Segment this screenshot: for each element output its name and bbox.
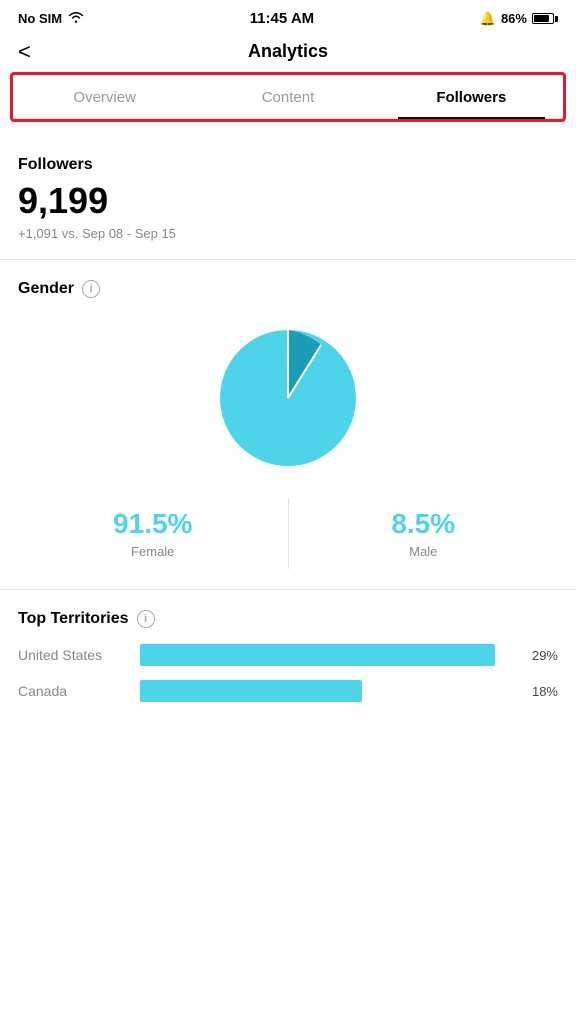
followers-delta: +1,091 vs. Sep 08 - Sep 15 — [18, 226, 558, 241]
status-time: 11:45 AM — [250, 10, 314, 27]
territory-pct-ca: 18% — [522, 684, 558, 699]
territory-name-us: United States — [18, 647, 128, 663]
territory-name-ca: Canada — [18, 683, 128, 699]
female-pct: 91.5% — [18, 508, 288, 540]
male-pct: 8.5% — [289, 508, 559, 540]
territories-title: Top Territories — [18, 610, 129, 628]
status-bar: No SIM 11:45 AM 🔔 86% — [0, 0, 576, 33]
pie-svg — [208, 318, 368, 478]
territory-rows: United States 29% Canada 18% — [18, 644, 558, 702]
territory-row-ca: Canada 18% — [18, 680, 558, 702]
carrier-label: No SIM — [18, 11, 62, 26]
app-header: < Analytics — [0, 33, 576, 72]
page-title: Analytics — [248, 41, 328, 62]
battery-pct: 86% — [501, 11, 527, 26]
tab-followers[interactable]: Followers — [380, 75, 563, 118]
male-label: Male — [289, 544, 559, 559]
gender-pie-chart — [18, 318, 558, 478]
gender-section: Gender i 91.5% Fema — [18, 280, 558, 569]
territory-bar-container-us — [140, 644, 510, 666]
gender-header: Gender i — [18, 280, 558, 298]
divider-2 — [0, 589, 576, 590]
male-stat: 8.5% Male — [289, 498, 559, 569]
territory-pct-us: 29% — [522, 648, 558, 663]
territory-bar-us — [140, 644, 495, 666]
tab-bar: Overview Content Followers — [13, 75, 563, 119]
alarm-icon: 🔔 — [480, 11, 496, 27]
territories-info-icon[interactable]: i — [137, 610, 155, 628]
tab-content[interactable]: Content — [196, 75, 379, 118]
territory-row-us: United States 29% — [18, 644, 558, 666]
status-left: No SIM — [18, 11, 84, 26]
territories-header: Top Territories i — [18, 610, 558, 628]
gender-stats: 91.5% Female 8.5% Male — [18, 498, 558, 569]
status-right: 🔔 86% — [480, 11, 558, 27]
top-territories-section: Top Territories i United States 29% Cana… — [18, 610, 558, 702]
territory-bar-ca — [140, 680, 362, 702]
battery-icon — [532, 13, 558, 24]
tab-overview[interactable]: Overview — [13, 75, 196, 118]
female-label: Female — [18, 544, 288, 559]
followers-section-title: Followers — [18, 156, 558, 174]
main-content: Followers 9,199 +1,091 vs. Sep 08 - Sep … — [0, 122, 576, 702]
gender-title: Gender — [18, 280, 74, 298]
wifi-icon — [68, 11, 84, 26]
female-stat: 91.5% Female — [18, 498, 289, 569]
back-button[interactable]: < — [18, 39, 31, 65]
territory-bar-container-ca — [140, 680, 510, 702]
gender-info-icon[interactable]: i — [82, 280, 100, 298]
divider-1 — [0, 259, 576, 260]
followers-section: Followers 9,199 +1,091 vs. Sep 08 - Sep … — [18, 156, 558, 241]
tabs-highlight-wrapper: Overview Content Followers — [10, 72, 566, 122]
followers-count: 9,199 — [18, 180, 558, 222]
